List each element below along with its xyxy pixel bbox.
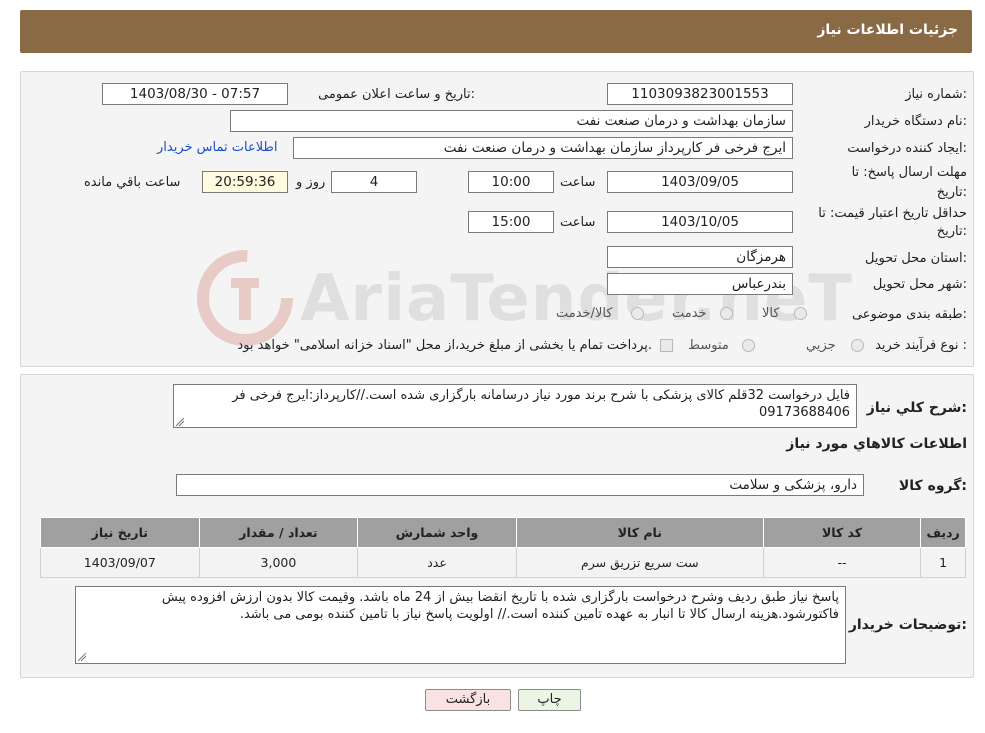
validity-label-line2: تاریخ: [936,224,967,239]
back-button[interactable]: بازگشت [425,689,511,711]
validity-label-line1: حداقل تاریخ اعتبار قیمت: تا [818,206,967,221]
province-label: استان محل تحویل: [865,251,967,266]
purchase-option-medium: متوسط [688,338,729,353]
table-row: 1 -- ست سریع تزریق سرم عدد 3,000 1403/09… [40,547,966,578]
group-label: گروه کالا: [898,478,967,494]
purchase-radio-partial[interactable] [851,339,864,352]
category-label: طبقه بندی موضوعی: [851,307,967,322]
deadline-time-label: ساعت [560,175,596,190]
cell-quantity: 3,000 [198,547,359,578]
category-radio-service[interactable] [720,307,733,320]
need-number-field: 1103093823001553 [607,83,793,105]
buyer-notes-label: توضیحات خریدار: [848,617,967,633]
category-radio-goods[interactable] [794,307,807,320]
col-item-code: کد کالا [762,517,922,548]
cell-row-number: 1 [920,547,966,578]
col-need-date: تاريخ نياز [40,517,200,548]
validity-time-label: ساعت [560,215,596,230]
resize-handle-icon[interactable] [78,653,86,661]
province-field: هرمزگان [607,246,793,268]
deadline-date-field: 1403/09/05 [607,171,793,193]
cell-item-name: ست سریع تزریق سرم [515,547,764,578]
category-option-service: خدمت [672,306,707,321]
need-number-label: شماره نیاز: [905,87,967,102]
category-option-goods: کالا [762,306,780,321]
buyer-org-field: سازمان بهداشت و درمان صنعت نفت [230,110,793,132]
city-label: شهر محل تحویل: [872,277,967,292]
page-header: جزئیات اطلاعات نیاز [20,10,972,53]
validity-time-field: 15:00 [468,211,554,233]
group-field: دارو، پزشکی و سلامت [176,474,864,496]
announce-label: تاریخ و ساعت اعلان عمومی: [318,87,475,102]
category-option-goods-service: کالا/خدمت [556,306,613,321]
validity-date-field: 1403/10/05 [607,211,793,233]
deadline-label-line1: مهلت ارسال پاسخ: تا [851,165,967,180]
announce-field: 1403/08/30 - 07:57 [102,83,288,105]
items-heading: اطلاعات کالاهاي مورد نياز [786,436,967,452]
purchase-radio-medium[interactable] [742,339,755,352]
buyer-org-label: نام دستگاه خریدار: [864,114,967,129]
validity-label: حداقل تاریخ اعتبار قیمت: تا تاریخ: [818,205,967,241]
watermark-logo [197,250,293,346]
print-button[interactable]: چاپ [518,689,581,711]
days-label: روز و [296,175,326,190]
days-field: 4 [331,171,417,193]
creator-field: ایرج فرخی فر کارپرداز سازمان بهداشت و در… [293,137,793,159]
col-unit: واحد شمارش [357,517,517,548]
deadline-label: مهلت ارسال پاسخ: تا تاریخ: [852,163,967,203]
buyer-notes-textarea: پاسخ نیاز طبق ردیف وشرح درخواست بارگزاری… [75,586,846,664]
page-title: جزئیات اطلاعات نیاز [817,22,958,38]
description-textarea: فایل درخواست 32قلم کالای پزشکی با شرح بر… [173,384,857,428]
category-radio-goods-service[interactable] [631,307,644,320]
buyer-notes-text: پاسخ نیاز طبق ردیف وشرح درخواست بارگزاری… [161,590,839,622]
purchase-note: پرداخت تمام یا بخشی از مبلغ خرید،از محل … [237,338,652,353]
creator-label: ایجاد کننده درخواست: [847,141,967,156]
description-text: فایل درخواست 32قلم کالای پزشکی با شرح بر… [232,388,850,420]
col-quantity: تعداد / مقدار [198,517,359,548]
cell-unit: عدد [357,547,517,578]
buyer-contact-link[interactable]: اطلاعات تماس خریدار [157,140,277,155]
purchase-type-label: نوع فرآیند خرید : [875,338,967,353]
items-table: رديف کد کالا نام کالا واحد شمارش تعداد /… [40,517,966,578]
deadline-label-line2: تاریخ: [936,185,967,200]
city-field: بندرعباس [607,273,793,295]
purchase-option-partial: جزیي [806,338,836,353]
deadline-time-field: 10:00 [468,171,554,193]
col-row-number: رديف [920,517,966,548]
description-label: شرح کلي نياز: [866,400,967,416]
cell-item-code: -- [762,547,922,578]
cell-need-date: 1403/09/07 [40,547,200,578]
resize-handle-icon[interactable] [176,418,184,426]
remaining-time-field: 20:59:36 [202,171,288,193]
treasury-checkbox[interactable] [660,339,673,352]
table-header-row: رديف کد کالا نام کالا واحد شمارش تعداد /… [40,517,966,548]
col-item-name: نام کالا [515,517,764,548]
remaining-label: ساعت باقي مانده [84,175,181,190]
